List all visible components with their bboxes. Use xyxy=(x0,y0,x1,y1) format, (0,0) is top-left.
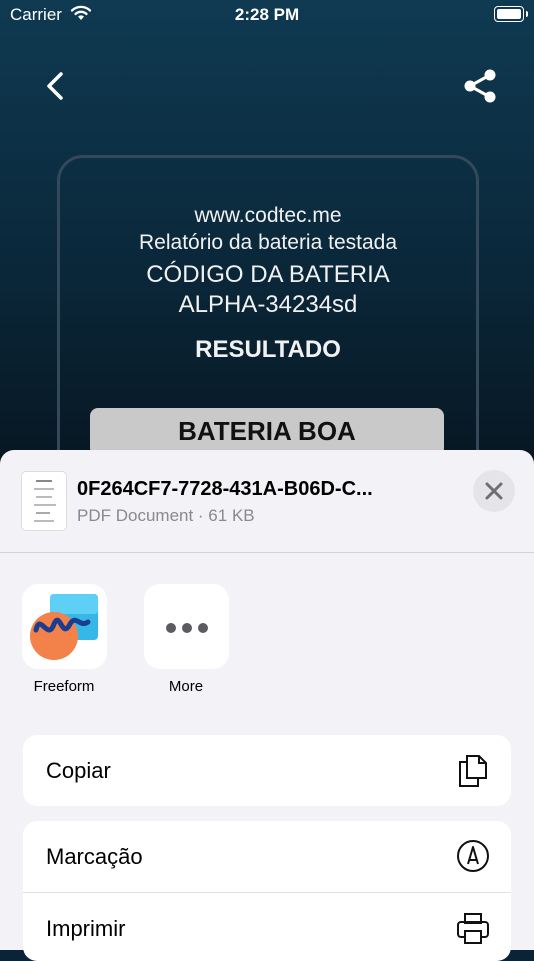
back-button[interactable] xyxy=(38,68,74,104)
markup-action[interactable]: Marcação xyxy=(23,821,511,892)
close-icon xyxy=(485,482,503,500)
share-sheet: 0F264CF7-7728-431A-B06D-C... PDF Documen… xyxy=(0,450,534,961)
status-bar: Carrier 2:28 PM xyxy=(0,0,534,30)
markup-icon xyxy=(457,840,489,872)
document-thumbnail xyxy=(22,472,66,530)
clock: 2:28 PM xyxy=(234,5,300,24)
copy-icon xyxy=(459,755,487,787)
print-action[interactable]: Imprimir xyxy=(23,892,511,961)
print-action-label: Imprimir xyxy=(46,916,126,941)
report-subtitle: Relatório da bateria testada xyxy=(139,231,397,254)
share-sheet-header: 0F264CF7-7728-431A-B06D-C... PDF Documen… xyxy=(0,450,534,552)
more-apps-label: More xyxy=(168,678,204,695)
website-text: www.codtec.me xyxy=(194,204,342,227)
more-apps-button[interactable] xyxy=(144,584,229,669)
result-badge: BATERIA BOA xyxy=(90,408,444,456)
print-icon xyxy=(457,913,489,944)
freeform-app-button[interactable] xyxy=(22,584,107,669)
freeform-icon xyxy=(30,594,98,660)
result-value: BATERIA BOA xyxy=(178,416,356,446)
freeform-app-label: Freeform xyxy=(33,678,95,695)
copy-action-label: Copiar xyxy=(46,758,111,783)
more-icon xyxy=(144,620,229,638)
document-meta: PDF Document · 61 KB xyxy=(77,506,255,525)
share-button[interactable] xyxy=(460,66,500,106)
battery-icon xyxy=(494,6,528,22)
copy-action-group: Copiar xyxy=(23,735,511,806)
battery-code-value: ALPHA-34234sd xyxy=(178,291,358,318)
markup-action-label: Marcação xyxy=(46,844,143,869)
close-button[interactable] xyxy=(473,470,515,512)
header-divider xyxy=(0,552,534,553)
document-title: 0F264CF7-7728-431A-B06D-C... xyxy=(77,478,373,500)
copy-action[interactable]: Copiar xyxy=(23,735,511,806)
more-actions-group: Marcação Imprimir xyxy=(23,821,511,961)
result-label: RESULTADO xyxy=(195,336,341,363)
battery-code-label: CÓDIGO DA BATERIA xyxy=(146,261,390,288)
